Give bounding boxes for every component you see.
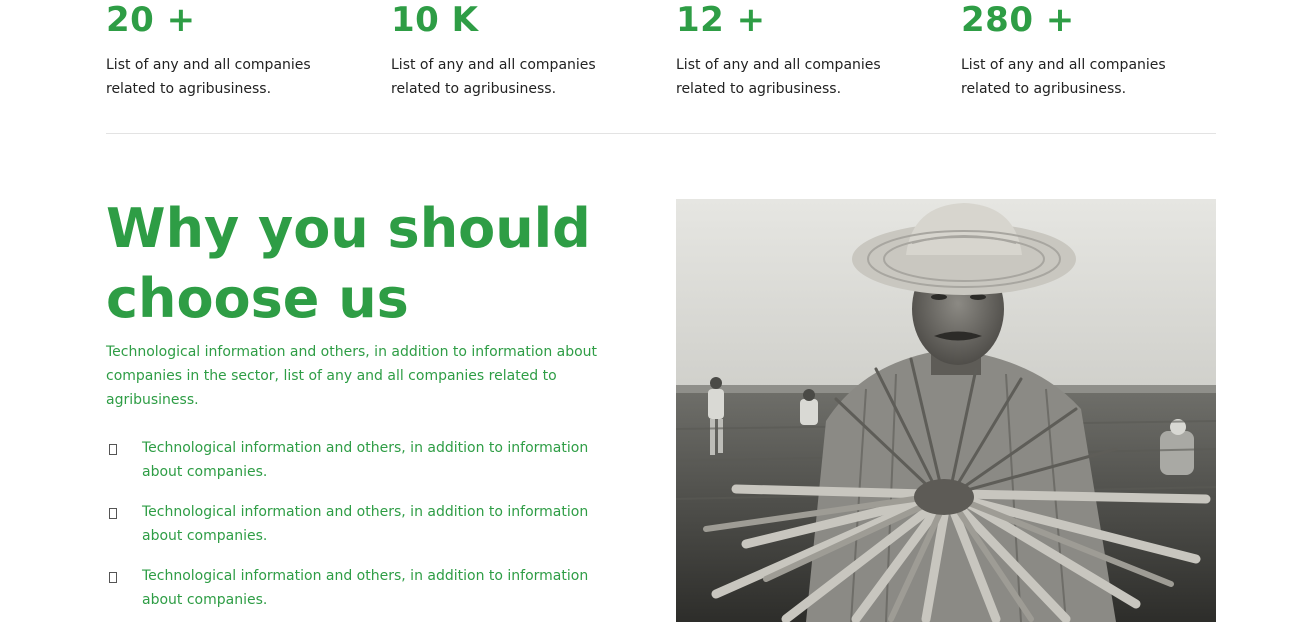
feature-text: Technological information and others, in… (142, 504, 589, 544)
stat-number: 280 + (961, 0, 1075, 40)
feature-text: Technological information and others, in… (142, 568, 589, 608)
farmer-holding-carrots-photo (676, 199, 1216, 622)
section-divider (106, 133, 1216, 134)
feature-item: Technological information and others, in… (106, 436, 626, 500)
stat-description: List of any and all companies related to… (961, 57, 1166, 97)
checkbox-icon (109, 572, 117, 583)
feature-list: Technological information and others, in… (106, 436, 626, 628)
checkbox-icon (109, 444, 117, 455)
checkbox-icon (109, 508, 117, 519)
stats-section: 20 + List of any and all companies relat… (106, 0, 1216, 134)
stat-description: List of any and all companies related to… (676, 57, 881, 97)
why-choose-us-title: Why you should choose us (106, 197, 591, 330)
stat-number: 20 + (106, 0, 196, 40)
stat-description: List of any and all companies related to… (391, 57, 596, 97)
feature-item: Technological information and others, in… (106, 564, 626, 628)
why-choose-us-intro: Technological information and others, in… (106, 344, 598, 408)
stat-number: 10 K (391, 0, 479, 40)
stat-number: 12 + (676, 0, 766, 40)
feature-text: Technological information and others, in… (142, 440, 589, 480)
feature-item: Technological information and others, in… (106, 500, 626, 564)
stat-description: List of any and all companies related to… (106, 57, 311, 97)
